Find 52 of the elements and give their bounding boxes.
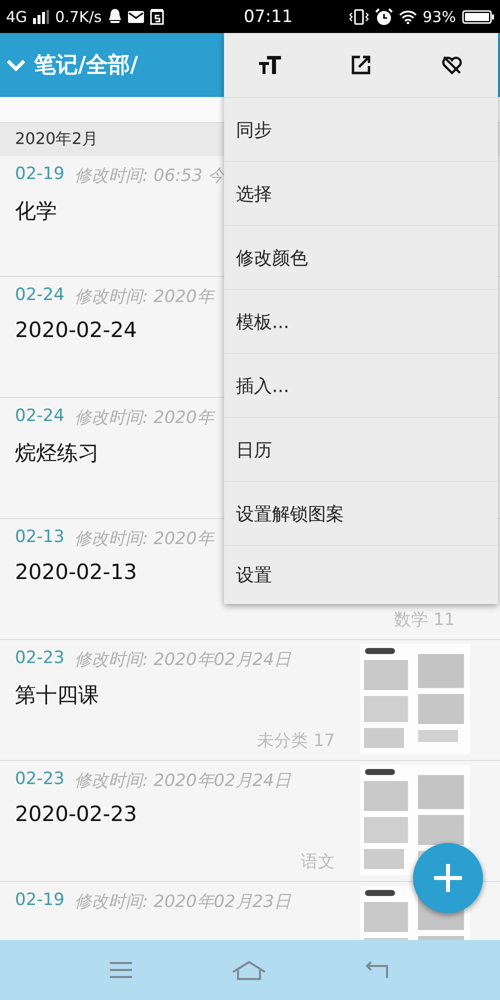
open-external-icon[interactable]: [351, 55, 371, 75]
network-type: 4G: [6, 8, 28, 26]
menu-item[interactable]: 设置解锁图案: [224, 482, 498, 546]
menu-item[interactable]: 日历: [224, 418, 498, 482]
menu-icon[interactable]: [109, 961, 133, 979]
modified-time: 修改时间: 2020年: [74, 286, 214, 308]
modified-time: 修改时间: 2020年02月24日: [74, 770, 292, 792]
home-icon[interactable]: [231, 960, 267, 980]
note-date: 02-13: [15, 527, 64, 549]
note-category: 数学 11: [394, 609, 455, 631]
note-title: 烷烃练习: [15, 440, 99, 467]
note-title: 2020-02-13: [15, 560, 138, 584]
month-label: 2020年2月: [15, 129, 98, 150]
clock-time: 07:11: [244, 6, 293, 26]
vibrate-icon: [348, 8, 369, 24]
signal-icon: [33, 10, 50, 24]
plus-icon: [433, 863, 463, 893]
menu-item[interactable]: 插入...: [224, 354, 498, 418]
menu-item[interactable]: 同步: [224, 98, 498, 162]
text-size-icon[interactable]: [259, 56, 281, 74]
back-icon[interactable]: [365, 960, 391, 980]
note-date: 02-19: [15, 164, 64, 186]
note-date: 02-24: [15, 406, 64, 428]
s-box-icon: [150, 8, 164, 24]
network-speed: 0.7K/s: [55, 8, 102, 26]
note-date: 02-24: [15, 285, 64, 307]
modified-time: 修改时间: 2020年02月24日: [74, 649, 292, 671]
note-category: 未分类 17: [256, 730, 335, 752]
note-title: 2020-02-24: [15, 318, 138, 342]
modified-time: 修改时间: 2020年: [74, 528, 214, 550]
modified-time: 修改时间: 2020年: [74, 407, 214, 429]
battery-percent: 93%: [422, 8, 456, 26]
modified-time: 修改时间: 06:53 今: [74, 165, 225, 187]
wifi-icon: [398, 10, 417, 24]
mail-icon: [128, 10, 144, 22]
alarm-icon: [374, 8, 393, 26]
note-category: 语文: [301, 851, 335, 873]
note-date: 02-23: [15, 648, 64, 670]
note-title: 第十四课: [15, 682, 99, 709]
battery-icon: [462, 10, 494, 24]
crossed-heart-icon[interactable]: [441, 55, 463, 75]
menu-item[interactable]: 选择: [224, 162, 498, 226]
note-row[interactable]: 02-23 修改时间: 2020年02月24日 第十四课 未分类 17: [0, 640, 500, 761]
menu-item[interactable]: 模板...: [224, 290, 498, 354]
chevron-down-icon[interactable]: [6, 58, 26, 72]
menu-item[interactable]: 设置: [224, 546, 498, 604]
note-date: 02-19: [15, 890, 64, 912]
note-title: 2020-02-23: [15, 802, 138, 826]
modified-time: 修改时间: 2020年02月23日: [74, 891, 292, 913]
menu-item[interactable]: 修改颜色: [224, 226, 498, 290]
note-title: 化学: [15, 198, 57, 225]
note-date: 02-23: [15, 769, 64, 791]
